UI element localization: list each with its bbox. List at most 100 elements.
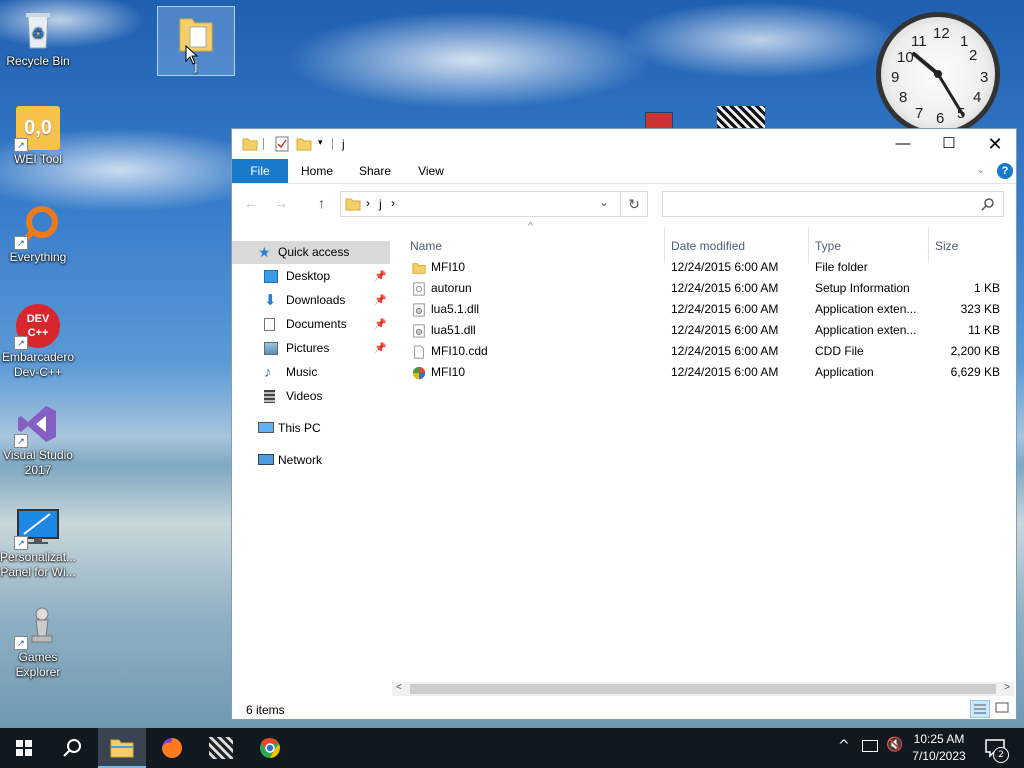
file-row[interactable]: MFI10.cdd 12/24/2015 6:00 AM CDD File 2,… — [402, 341, 1010, 362]
file-name: lua51.dll — [431, 323, 476, 337]
desktop-icon-dev-cpp[interactable]: DEV C++ ↗ Embarcadero Dev-C++ — [0, 304, 76, 380]
breadcrumb-item-j[interactable]: j — [379, 197, 382, 211]
horizontal-scrollbar[interactable]: < > — [392, 682, 1014, 696]
address-dropdown-icon[interactable]: ⌄ — [599, 195, 609, 209]
dll-file-icon — [413, 324, 425, 338]
column-header-date-modified[interactable]: Date modified — [671, 239, 745, 253]
clock-gadget[interactable]: 12 1 2 3 4 5 6 7 8 9 10 11 — [876, 12, 1000, 136]
title-divider — [332, 138, 333, 150]
close-button[interactable]: ✕ — [972, 129, 1018, 159]
column-header-type[interactable]: Type — [815, 239, 841, 253]
start-button[interactable] — [0, 728, 48, 768]
tab-file[interactable]: File — [232, 159, 288, 183]
address-bar[interactable]: › j › ⌄ — [340, 191, 648, 217]
search-input[interactable] — [662, 191, 1004, 217]
show-hidden-icons-chevron-icon[interactable]: ^ — [838, 738, 850, 754]
tab-share[interactable]: Share — [352, 159, 398, 183]
firefox-icon — [162, 738, 182, 758]
back-arrow-icon[interactable]: ← — [244, 195, 258, 211]
file-row[interactable]: MFI10 12/24/2015 6:00 AM File folder — [402, 257, 1010, 278]
details-view-button[interactable] — [970, 700, 990, 718]
scroll-left-icon[interactable]: < — [396, 682, 402, 693]
up-arrow-icon[interactable]: ↑ — [318, 195, 325, 211]
desktop-icon-wei-tool[interactable]: 0,0 ↗ WEI Tool — [0, 106, 76, 167]
quick-access-toolbar-dropdown-icon[interactable]: ▾ — [318, 137, 323, 148]
folder-icon — [412, 263, 426, 274]
nav-item-desktop[interactable]: Desktop 📌 — [232, 265, 390, 288]
nav-item-label: Pictures — [286, 341, 330, 355]
dragged-folder-j[interactable]: j — [157, 6, 235, 76]
desktop-icon-visual-studio[interactable]: ↗ Visual Studio 2017 — [0, 402, 76, 478]
download-arrow-icon: ⬇ — [264, 292, 277, 309]
file-type: File folder — [815, 260, 868, 274]
tab-view[interactable]: View — [408, 159, 454, 183]
clock-hands — [912, 52, 965, 117]
refresh-button[interactable]: ↻ — [620, 191, 648, 217]
large-icons-view-button[interactable] — [993, 700, 1013, 718]
scrollbar-thumb[interactable] — [410, 684, 996, 694]
nav-item-documents[interactable]: Documents 📌 — [232, 313, 390, 336]
column-header-size[interactable]: Size — [935, 239, 958, 253]
search-icon — [63, 739, 81, 757]
minimize-button[interactable]: — — [880, 129, 926, 159]
taskbar-app[interactable] — [198, 728, 246, 768]
search-button[interactable] — [48, 728, 96, 768]
shortcut-arrow-icon: ↗ — [14, 236, 28, 250]
file-row[interactable]: lua5.1.dll 12/24/2015 6:00 AM Applicatio… — [402, 299, 1010, 320]
window-title: j — [342, 137, 345, 151]
forward-arrow-icon[interactable]: → — [274, 195, 288, 211]
network-status-icon[interactable] — [862, 740, 878, 752]
action-center-button[interactable]: 2 — [980, 736, 1010, 763]
file-row[interactable]: lua51.dll 12/24/2015 6:00 AM Application… — [402, 320, 1010, 341]
nav-item-pictures[interactable]: Pictures 📌 — [232, 337, 390, 360]
wei-tool-icon: 0,0 ↗ — [14, 106, 60, 152]
taskbar-time[interactable]: 10:25 AM — [906, 732, 972, 746]
ribbon-expand-icon[interactable]: ⌄ — [976, 163, 985, 176]
breadcrumb-separator: › — [391, 196, 395, 210]
pin-icon: 📌 — [374, 343, 387, 354]
desktop-icon-recycle-bin[interactable]: ♻ Recycle Bin — [0, 8, 76, 69]
column-header-name[interactable]: Name — [410, 239, 442, 253]
file-row[interactable]: MFI10 12/24/2015 6:00 AM Application 6,6… — [402, 362, 1010, 383]
games-chess-icon: ↗ — [14, 604, 60, 650]
desktop-icon-personalization-panel[interactable]: ↗ Personalizat... Panel for Wi... — [0, 504, 76, 580]
file-explorer-window[interactable]: ▾ j — ☐ ✕ File Home Share View ⌄ ? ← → ↑… — [231, 128, 1017, 720]
app-icon — [412, 366, 426, 380]
scroll-right-icon[interactable]: > — [1004, 682, 1010, 693]
taskbar-chrome[interactable] — [246, 728, 294, 768]
nav-item-this-pc[interactable]: This PC — [232, 417, 390, 440]
desktop-icon-everything[interactable]: ↗ Everything — [0, 204, 76, 265]
nav-item-videos[interactable]: Videos — [232, 385, 390, 408]
desktop-icon-label: Visual Studio 2017 — [3, 448, 73, 477]
help-icon[interactable]: ? — [997, 163, 1013, 179]
volume-muted-icon[interactable]: 🔇 — [886, 737, 903, 753]
tab-home[interactable]: Home — [294, 159, 340, 183]
dev-cpp-icon: DEV C++ ↗ — [14, 304, 60, 350]
taskbar-date[interactable]: 7/10/2023 — [906, 749, 972, 763]
properties-icon[interactable] — [274, 136, 290, 152]
nav-item-quick-access[interactable]: ★ Quick access — [232, 241, 390, 264]
computer-monitor-icon — [258, 422, 274, 433]
recycle-bin-icon: ♻ — [16, 8, 60, 52]
file-size: 323 KB — [960, 302, 1000, 316]
title-bar[interactable]: ▾ j — ☐ ✕ — [232, 129, 1016, 159]
nav-item-downloads[interactable]: ⬇ Downloads 📌 — [232, 289, 390, 312]
taskbar-file-explorer[interactable] — [98, 728, 146, 768]
status-item-count: 6 items — [246, 703, 285, 717]
new-folder-icon[interactable] — [296, 136, 312, 152]
pin-icon: 📌 — [374, 319, 387, 330]
pictures-icon — [264, 342, 278, 355]
nav-item-network[interactable]: Network — [232, 449, 390, 472]
nav-item-label: This PC — [278, 421, 321, 435]
taskbar-firefox[interactable] — [148, 728, 196, 768]
nav-item-music[interactable]: ♪ Music — [232, 361, 390, 384]
folder-icon — [242, 138, 258, 151]
star-icon: ★ — [258, 244, 271, 260]
file-row[interactable]: autorun 12/24/2015 6:00 AM Setup Informa… — [402, 278, 1010, 299]
desktop-icon-games-explorer[interactable]: ↗ Games Explorer — [0, 604, 76, 680]
file-type: CDD File — [815, 344, 864, 358]
dev-cpp-badge: DEV C++ — [26, 313, 50, 339]
desktop-icon-label: Games Explorer — [15, 650, 61, 679]
maximize-button[interactable]: ☐ — [926, 129, 972, 159]
file-date: 12/24/2015 6:00 AM — [671, 344, 779, 358]
